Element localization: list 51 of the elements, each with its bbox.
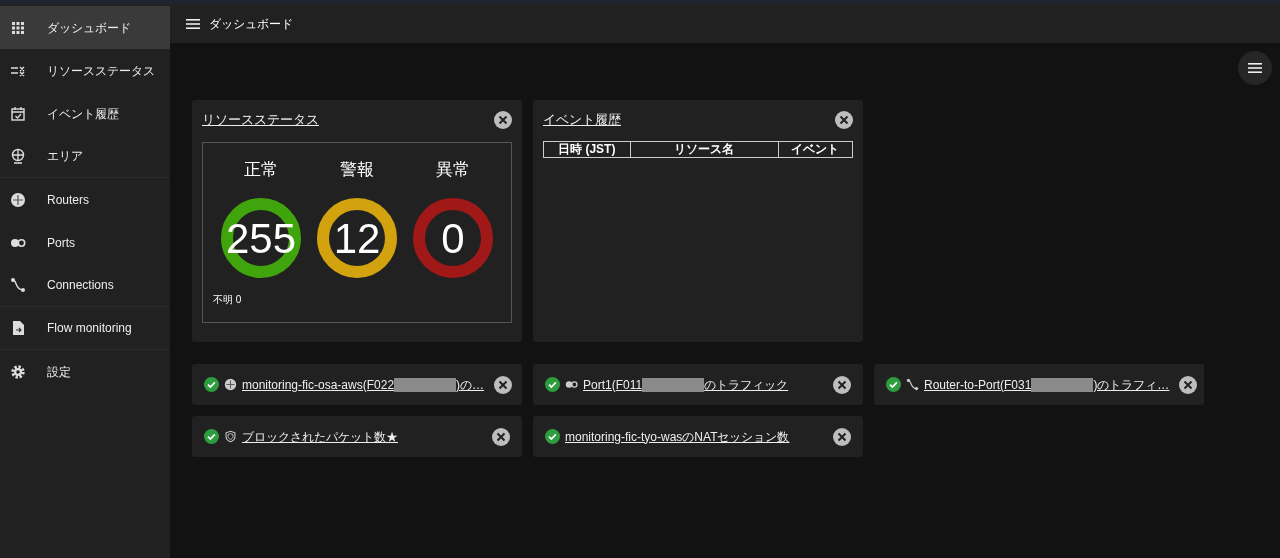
settings-icon: [10, 363, 26, 380]
unknown-count: 不明 0: [213, 293, 243, 307]
grid-icon: [10, 19, 26, 36]
column-header: 日時 (JST): [543, 141, 630, 158]
router-icon: [10, 191, 26, 208]
sidebar-item[interactable]: Routers: [0, 178, 170, 221]
card-title-link[interactable]: リソースステータス: [202, 110, 319, 130]
router-icon: [224, 378, 237, 391]
close-button[interactable]: [494, 375, 513, 394]
gauge-label: 正常: [244, 158, 278, 181]
check-icon: [204, 377, 219, 392]
toggle-icon: [565, 378, 578, 391]
sidebar-item[interactable]: リソースステータス: [0, 49, 170, 92]
widget-link[interactable]: Router-to-Port(F031 )のトラフィ…: [924, 375, 1170, 394]
sidebar-item[interactable]: ダッシュボード: [0, 6, 170, 49]
widget-link[interactable]: Port1(F011 のトラフィック: [583, 375, 789, 394]
close-button[interactable]: [492, 427, 510, 446]
calendar-icon: [10, 105, 26, 122]
sidebar-item[interactable]: イベント履歴: [0, 92, 170, 135]
close-button[interactable]: [494, 110, 512, 129]
widget-link[interactable]: monitoring-fic-osa-aws(F022 )の…: [242, 375, 485, 394]
sidebar-item[interactable]: 設定: [0, 350, 170, 393]
shield-icon: [224, 430, 237, 443]
menu-icon[interactable]: [186, 17, 200, 30]
close-button[interactable]: [833, 427, 851, 446]
menu-icon: [1248, 63, 1262, 73]
globe-icon: [10, 148, 26, 164]
status-gauge: 12: [317, 198, 397, 278]
close-button[interactable]: [833, 375, 851, 394]
page-title: ダッシュボード: [209, 15, 293, 33]
connector-icon: [10, 277, 26, 293]
column-header: イベント: [778, 141, 853, 158]
check-icon: [545, 429, 560, 444]
menu-button[interactable]: [1238, 51, 1272, 85]
status-gauge: 0: [413, 198, 493, 278]
gauge-label: 異常: [436, 158, 470, 181]
check-icon: [886, 377, 901, 392]
close-button[interactable]: [835, 110, 853, 129]
widget-link[interactable]: monitoring-fic-tyo-wasのNATセッション数: [565, 427, 790, 446]
sidebar-item[interactable]: Flow monitoring: [0, 307, 170, 350]
close-button[interactable]: [1179, 375, 1198, 394]
sidebar-item[interactable]: Ports: [0, 221, 170, 264]
sidebar-item[interactable]: Connections: [0, 264, 170, 307]
check-icon: [204, 429, 219, 444]
gauge-label: 警報: [340, 158, 374, 181]
connector-icon: [906, 378, 919, 391]
card-title-link[interactable]: イベント履歴: [543, 110, 621, 130]
check-icon: [545, 377, 560, 392]
document-icon: [10, 320, 26, 336]
sidebar-item[interactable]: エリア: [0, 135, 170, 178]
column-header: リソース名: [630, 141, 779, 158]
